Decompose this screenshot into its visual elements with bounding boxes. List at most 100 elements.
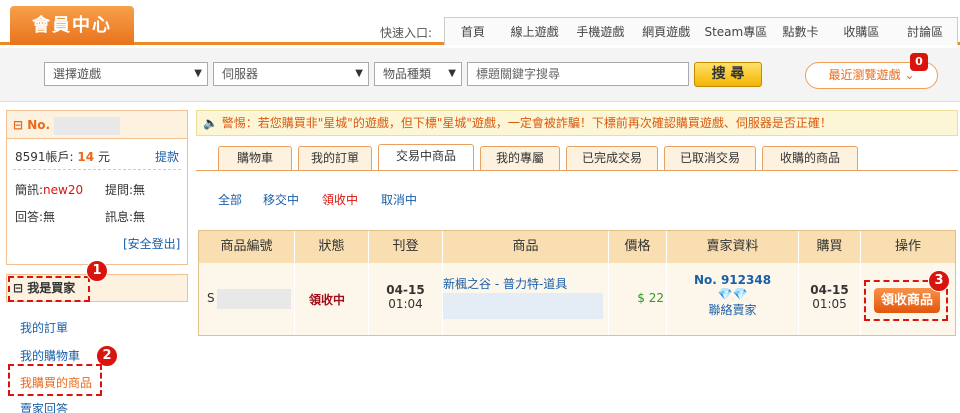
col-seller: 賣家資料 [667,231,799,263]
server-select[interactable]: 伺服器 ▼ [213,62,369,86]
divider [13,169,181,170]
cell-listed: 04-15 01:04 [369,263,443,335]
questions-count[interactable]: 提問:無 [105,181,145,198]
user-no-header: ⊟ No. [7,111,187,139]
answers-label: 回答: [15,210,44,224]
quick-nav: 首頁 線上遊戲 手機遊戲 網頁遊戲 Steam專區 點數卡 收購區 討論區 [444,17,958,45]
table-row: S 領收中 04-15 01:04 新楓之谷 - 普力特-道具 $ 22 No.… [199,263,955,335]
quick-link-home[interactable]: 首頁 [445,18,501,45]
tab-cancelled[interactable]: 已取消交易 [664,146,756,171]
quick-entry-label: 快速入口: [380,26,433,40]
brief-count[interactable]: 簡訊:new20 [15,181,83,198]
recent-count-badge: 0 [910,53,928,71]
server-select-value: 伺服器 [222,67,259,81]
messages-label: 訊息: [105,210,134,224]
cell-product: 新楓之谷 - 普力特-道具 [443,263,609,335]
sidebar-item-seller-answers[interactable]: 賣家回答 [20,400,68,413]
buy-date: 04-15 [810,283,849,297]
search-bar: 選擇遊戲 ▼ 伺服器 ▼ 物品種類 ▼ 標題關鍵字搜尋 搜 尋 最近瀏覽遊戲 ⌄ … [0,48,960,102]
quick-link-cards[interactable]: 點數卡 [772,18,830,45]
item-id-prefix: S [207,291,215,305]
orders-table: 商品編號 狀態 刊登 商品 價格 賣家資料 購買 操作 S 領收中 04-15 … [198,230,956,336]
search-button[interactable]: 搜 尋 [694,62,762,87]
speaker-icon: 🔈 [203,116,218,130]
price-value: $ 22 [637,291,664,305]
warning-text: 警惕：若您購買非"星城"的遊戲，但下標"星城"遊戲，一定會被詐騙！下標前再次確認… [221,116,832,130]
game-select[interactable]: 選擇遊戲 ▼ [44,62,208,86]
tab-purchased-items[interactable]: 收購的商品 [762,146,858,171]
account-balance: 8591帳戶: 14 元 [15,148,110,165]
user-no-label: No. [27,118,51,132]
filter-transferring[interactable]: 移交中 [263,191,299,208]
answers-count[interactable]: 回答:無 [15,208,55,225]
questions-label: 提問: [105,183,134,197]
step-badge-1: 1 [86,260,108,282]
quick-link-web-games[interactable]: 網頁遊戲 [632,18,700,45]
sidebar-item-my-cart[interactable]: 我的購物車 [20,347,80,364]
step-badge-3: 3 [928,270,950,292]
chevron-down-icon: ▼ [355,68,363,79]
seller-rank-diamond-icon: 💎💎 [717,287,748,301]
cell-price: $ 22 [609,263,667,335]
game-select-value: 選擇遊戲 [53,67,102,81]
buy-time: 01:05 [812,297,847,311]
listed-time: 01:04 [388,297,423,311]
tab-my-orders[interactable]: 我的訂單 [298,146,372,171]
tab-exclusive[interactable]: 我的專屬 [480,146,560,171]
filter-cancelling[interactable]: 取消中 [381,191,417,208]
keyword-input[interactable]: 標題關鍵字搜尋 [467,62,689,86]
quick-link-online-games[interactable]: 線上遊戲 [501,18,569,45]
col-item-id: 商品編號 [199,231,295,263]
cell-seller: No. 912348 💎💎 聯絡賣家 [667,263,799,335]
sidebar-item-my-orders[interactable]: 我的訂單 [20,319,68,336]
collapse-icon[interactable]: ⊟ [13,118,23,132]
contact-seller-link[interactable]: 聯絡賣家 [667,301,798,318]
seller-no[interactable]: No. 912348 [667,273,798,287]
quick-link-mobile-games[interactable]: 手機遊戲 [569,18,633,45]
brief-label: 簡訊: [15,183,44,197]
account-label: 8591帳戶: [15,150,74,164]
account-amount: 14 [77,150,95,164]
filter-receiving[interactable]: 領收中 [322,191,358,208]
recent-games-label: 最近瀏覽遊戲 [828,68,901,82]
questions-value: 無 [133,183,146,197]
user-info-box: ⊟ No. 8591帳戶: 14 元 提款 簡訊:new20 提問:無 回答:無… [6,110,188,265]
brief-value: new20 [43,183,84,197]
redacted-product-detail [443,293,603,319]
logout-link[interactable]: [安全登出] [123,235,180,252]
redacted-user-no [54,116,121,135]
cell-buy-time: 04-15 01:05 [799,263,861,335]
quick-link-forum[interactable]: 討論區 [893,18,957,45]
table-header: 商品編號 狀態 刊登 商品 價格 賣家資料 購買 操作 [199,231,955,263]
order-tabs: 購物車 我的訂單 交易中商品 我的專屬 已完成交易 已取消交易 收購的商品 [218,144,864,171]
tab-trading-items[interactable]: 交易中商品 [378,144,474,171]
tab-underline [196,170,958,171]
tab-cart[interactable]: 購物車 [218,146,292,171]
chevron-down-icon: ▼ [448,68,456,79]
account-unit: 元 [97,150,110,164]
filter-all[interactable]: 全部 [218,191,242,208]
col-price: 價格 [609,231,667,263]
member-center-logo[interactable]: 會員中心 [10,6,134,45]
status-value: 領收中 [309,293,346,307]
messages-count[interactable]: 訊息:無 [105,208,145,225]
warning-notice: 🔈 警惕：若您購買非"星城"的遊戲，但下標"星城"遊戲，一定會被詐騙！下標前再次… [196,110,958,136]
product-link[interactable]: 新楓之谷 - 普力特-道具 [443,275,567,292]
quick-link-purchase[interactable]: 收購區 [829,18,893,45]
highlight-box-1 [8,276,90,302]
category-select[interactable]: 物品種類 ▼ [374,62,462,86]
listed-date: 04-15 [386,283,425,297]
chevron-down-icon: ▼ [194,68,202,79]
redacted-item-id [217,289,291,309]
answers-value: 無 [43,210,56,224]
withdraw-link[interactable]: 提款 [155,148,179,165]
col-product: 商品 [443,231,609,263]
col-listed: 刊登 [369,231,443,263]
col-action: 操作 [894,239,921,254]
col-buy-time: 購買 [799,231,861,263]
tab-completed[interactable]: 已完成交易 [566,146,658,171]
col-status: 狀態 [295,231,369,263]
cell-status: 領收中 [295,263,369,335]
top-header: 會員中心 快速入口: 首頁 線上遊戲 手機遊戲 網頁遊戲 Steam專區 點數卡… [0,0,960,45]
quick-link-steam[interactable]: Steam專區 [700,18,772,45]
